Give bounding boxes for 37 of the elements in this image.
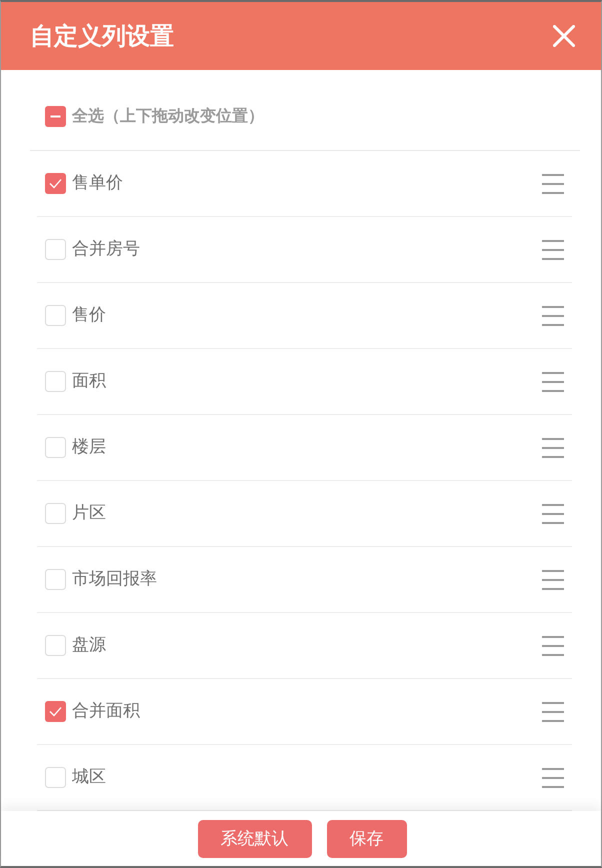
checkbox[interactable] — [45, 701, 66, 722]
column-name: 合并房号 — [72, 238, 140, 261]
close-icon — [553, 25, 575, 47]
drag-handle-icon[interactable] — [542, 240, 564, 260]
drag-handle-icon[interactable] — [542, 372, 564, 392]
checkbox[interactable] — [45, 305, 66, 326]
column-name: 城区 — [72, 766, 106, 789]
checkbox[interactable] — [45, 106, 66, 126]
column-name: 售价 — [72, 304, 106, 327]
checkbox[interactable] — [45, 239, 66, 260]
checkbox[interactable] — [45, 767, 66, 788]
default-settings-button[interactable]: 系统默认 — [198, 820, 312, 858]
column-name: 楼层 — [72, 436, 106, 459]
drag-handle-icon[interactable] — [542, 504, 564, 524]
save-button[interactable]: 保存 — [326, 820, 406, 858]
close-button[interactable] — [553, 25, 575, 47]
checkbox[interactable] — [45, 503, 66, 524]
drag-handle-icon[interactable] — [542, 174, 564, 194]
dialog-title: 自定义列设置 — [30, 22, 174, 50]
column-name: 售单价 — [72, 172, 123, 195]
column-name: 盘源 — [72, 634, 106, 657]
drag-handle-icon[interactable] — [542, 768, 564, 788]
drag-handle-icon[interactable] — [542, 636, 564, 656]
column-name: 面积 — [72, 370, 106, 393]
select-all-label: 全选（上下拖动改变位置） — [72, 105, 264, 127]
drag-handle-icon[interactable] — [542, 570, 564, 590]
drag-handle-icon[interactable] — [542, 306, 564, 326]
column-name: 合并面积 — [72, 700, 140, 723]
checkbox[interactable] — [45, 173, 66, 194]
column-name: 片区 — [72, 502, 106, 525]
checkbox[interactable] — [45, 371, 66, 392]
drag-handle-icon[interactable] — [542, 702, 564, 722]
checkbox[interactable] — [45, 569, 66, 590]
drag-handle-icon[interactable] — [542, 438, 564, 458]
checkbox[interactable] — [45, 635, 66, 656]
column-name: 市场回报率 — [72, 568, 157, 591]
checkbox[interactable] — [45, 437, 66, 458]
